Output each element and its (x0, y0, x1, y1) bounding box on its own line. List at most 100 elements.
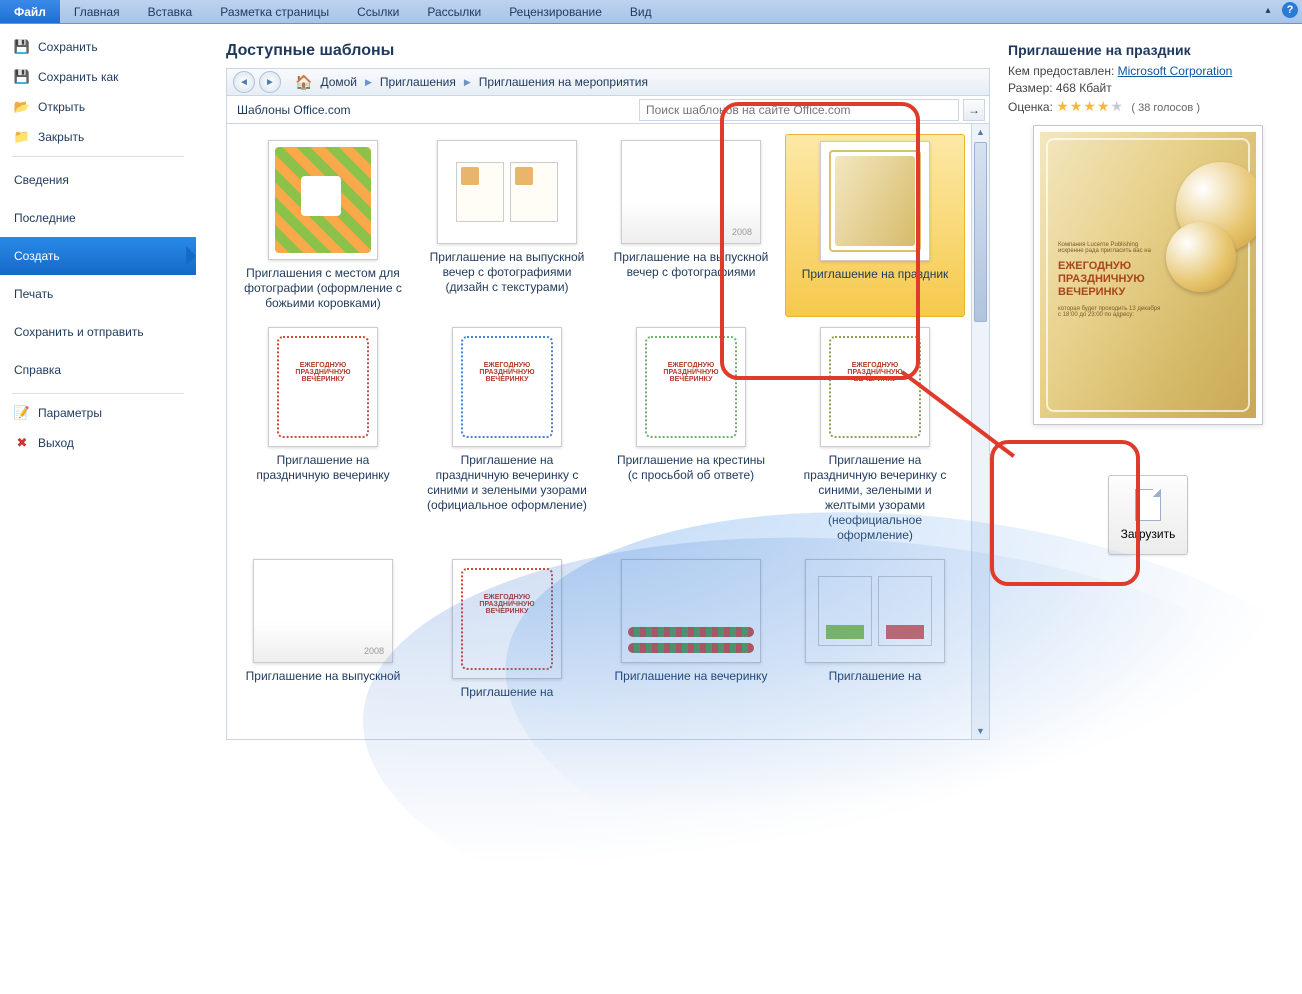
chevron-right-icon: ▶ (365, 77, 372, 88)
sidebar-item-exit[interactable]: ✖ Выход (0, 428, 196, 458)
document-icon (1135, 489, 1161, 521)
sidebar-item-recent[interactable]: Последние (0, 199, 196, 237)
home-icon[interactable]: 🏠 (295, 74, 312, 91)
nav-forward-button[interactable]: ► (259, 71, 281, 93)
template-thumbnail (437, 140, 577, 244)
template-tile[interactable]: 2008Приглашение на выпускной (233, 553, 413, 706)
sidebar-item-share[interactable]: Сохранить и отправить (0, 313, 196, 351)
template-thumbnail: 2008 (621, 140, 761, 244)
preview-size: Размер: 468 Кбайт (1008, 81, 1288, 95)
template-label: Приглашения с местом для фотографии (офо… (243, 266, 403, 311)
ribbon-tab-mailings[interactable]: Рассылки (413, 0, 495, 23)
search-go-button[interactable]: → (963, 99, 985, 121)
template-label: Приглашение на крестины (с просьбой об о… (611, 453, 771, 483)
breadcrumb-item[interactable]: Приглашения (376, 75, 460, 89)
template-thumbnail (268, 140, 378, 260)
sidebar-item-open[interactable]: 📂 Открыть (0, 92, 196, 122)
search-bar: Шаблоны Office.com → (226, 96, 990, 124)
template-tile[interactable]: Приглашение на вечеринку (601, 553, 781, 706)
sidebar-item-label: Печать (14, 287, 53, 301)
help-icon[interactable]: ? (1282, 2, 1298, 18)
vote-count: ( 38 голосов ) (1131, 102, 1200, 114)
rating-stars: ★★★★★ (1056, 98, 1124, 114)
template-tile[interactable]: Приглашение на (785, 553, 965, 706)
template-thumbnail: 2008 (253, 559, 393, 663)
template-thumbnail (820, 141, 930, 261)
template-thumbnail: ЕЖЕГОДНУЮПРАЗДНИЧНУЮВЕЧЕРИНКУ (452, 327, 562, 447)
divider (12, 156, 184, 157)
template-label: Приглашение на выпускной вечер с фотогра… (427, 250, 587, 295)
scroll-up-icon[interactable]: ▲ (972, 124, 989, 140)
template-tile[interactable]: Приглашения с местом для фотографии (офо… (233, 134, 413, 317)
sidebar-item-label: Сведения (14, 173, 69, 187)
template-label: Приглашение на праздничную вечеринку с с… (795, 453, 955, 543)
exit-icon: ✖ (14, 435, 30, 451)
preview-provider: Кем предоставлен: Microsoft Corporation (1008, 64, 1288, 78)
backstage-sidebar: 💾 Сохранить 💾 Сохранить как 📂 Открыть 📁 … (0, 24, 196, 740)
sidebar-item-label: Справка (14, 363, 61, 377)
search-input[interactable] (639, 99, 959, 121)
sidebar-item-help[interactable]: Справка (0, 351, 196, 389)
chevron-right-icon: ▶ (464, 77, 471, 88)
ribbon-tab-layout[interactable]: Разметка страницы (206, 0, 343, 23)
options-icon: 📝 (14, 405, 30, 421)
template-tile[interactable]: Приглашение на выпускной вечер с фотогра… (417, 134, 597, 317)
preview-title: Приглашение на праздник (1008, 42, 1288, 58)
sidebar-item-save[interactable]: 💾 Сохранить (0, 32, 196, 62)
template-label: Приглашение на (461, 685, 554, 700)
sidebar-item-label: Сохранить как (38, 70, 118, 84)
ribbon-tab-insert[interactable]: Вставка (134, 0, 207, 23)
sidebar-item-label: Закрыть (38, 130, 84, 144)
provider-link[interactable]: Microsoft Corporation (1118, 64, 1233, 78)
sidebar-item-label: Сохранить и отправить (14, 325, 144, 339)
sidebar-item-label: Последние (14, 211, 76, 225)
minimize-ribbon-icon[interactable]: ▴ (1260, 2, 1276, 18)
scrollbar-thumb[interactable] (974, 142, 987, 322)
template-tile[interactable]: ЕЖЕГОДНУЮПРАЗДНИЧНУЮВЕЧЕРИНКУ Приглашение… (233, 321, 413, 549)
sidebar-item-label: Параметры (38, 406, 102, 420)
template-tile[interactable]: ЕЖЕГОДНУЮПРАЗДНИЧНУЮВЕЧЕРИНКУ Приглашение… (417, 553, 597, 706)
ribbon-tab-view[interactable]: Вид (616, 0, 666, 23)
sidebar-item-print[interactable]: Печать (0, 275, 196, 313)
open-icon: 📂 (14, 99, 30, 115)
template-label: Приглашение на праздничную вечеринку с с… (427, 453, 587, 513)
sidebar-item-close[interactable]: 📁 Закрыть (0, 122, 196, 152)
template-label: Приглашение на (829, 669, 922, 684)
template-thumbnail (805, 559, 945, 663)
ribbon-tab-home[interactable]: Главная (60, 0, 134, 23)
search-label: Шаблоны Office.com (227, 103, 361, 117)
close-icon: 📁 (14, 129, 30, 145)
template-gallery: Приглашения с местом для фотографии (офо… (227, 124, 971, 739)
template-tile[interactable]: ЕЖЕГОДНУЮПРАЗДНИЧНУЮВЕЧЕРИНКУПриглашение… (601, 321, 781, 549)
template-tile[interactable]: 2008 Приглашение на выпускной вечер с фот… (601, 134, 781, 317)
download-label: Загрузить (1121, 527, 1176, 541)
template-label: Приглашение на праздник (802, 267, 949, 282)
file-tab[interactable]: Файл (0, 0, 60, 23)
sidebar-item-info[interactable]: Сведения (0, 161, 196, 199)
sidebar-item-label: Сохранить (38, 40, 98, 54)
scroll-down-icon[interactable]: ▼ (972, 723, 989, 739)
template-tile[interactable]: Приглашение на праздник (785, 134, 965, 317)
breadcrumb-item[interactable]: Приглашения на мероприятия (475, 75, 652, 89)
preview-panel: Приглашение на праздник Кем предоставлен… (1008, 42, 1288, 740)
nav-back-button[interactable]: ◄ (233, 71, 255, 93)
template-tile[interactable]: ЕЖЕГОДНУЮПРАЗДНИЧНУЮВЕЧЕРИНКУПриглашение… (417, 321, 597, 549)
saveas-icon: 💾 (14, 69, 30, 85)
ribbon-tab-references[interactable]: Ссылки (343, 0, 413, 23)
preview-thumbnail: Компания Lucerne Publishingискренне рада… (1033, 125, 1263, 425)
template-thumbnail: ЕЖЕГОДНУЮПРАЗДНИЧНУЮВЕЧЕРИНКУ (452, 559, 562, 679)
sidebar-item-saveas[interactable]: 💾 Сохранить как (0, 62, 196, 92)
download-button[interactable]: Загрузить (1108, 475, 1188, 555)
ribbon-tab-review[interactable]: Рецензирование (495, 0, 616, 23)
sidebar-item-label: Открыть (38, 100, 85, 114)
sidebar-item-options[interactable]: 📝 Параметры (0, 398, 196, 428)
template-thumbnail: ЕЖЕГОДНУЮПРАЗДНИЧНУЮВЕЧЕРИНКУ (268, 327, 378, 447)
template-label: Приглашение на выпускной вечер с фотогра… (611, 250, 771, 280)
template-label: Приглашение на праздничную вечеринку (243, 453, 403, 483)
breadcrumb: ◄ ► 🏠 Домой ▶ Приглашения ▶ Приглашения … (226, 68, 990, 96)
divider (12, 393, 184, 394)
template-label: Приглашение на вечеринку (615, 669, 768, 684)
template-tile[interactable]: ЕЖЕГОДНУЮПРАЗДНИЧНУЮВЕЧЕРИНКУПриглашение… (785, 321, 965, 549)
breadcrumb-item[interactable]: Домой (316, 75, 361, 89)
sidebar-item-new[interactable]: Создать (0, 237, 196, 275)
